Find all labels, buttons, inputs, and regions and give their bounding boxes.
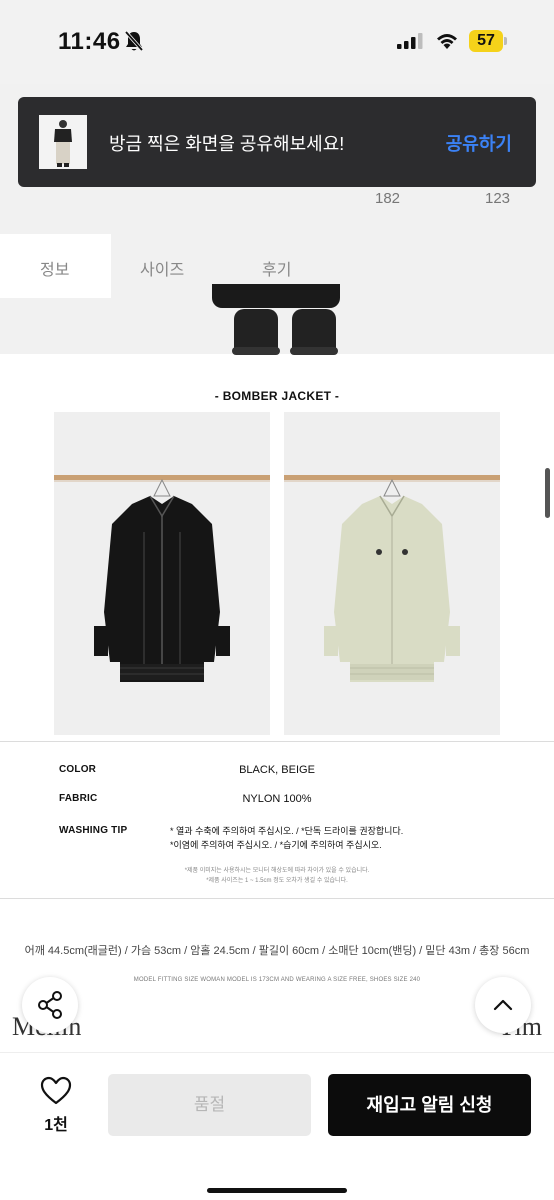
scrollbar[interactable] (545, 468, 550, 518)
tab-count-size: 182 (375, 190, 401, 207)
product-image-black (54, 412, 270, 735)
battery-percent: 57 (477, 32, 495, 49)
divider (0, 741, 554, 742)
size-measurements: 어깨 44.5cm(래글런) / 가슴 53cm / 암홀 24.5cm / 팔… (24, 945, 530, 957)
share-screenshot-banner[interactable]: 방금 찍은 화면을 공유해보세요! 공유하기 (18, 97, 536, 187)
chevron-up-icon (493, 999, 513, 1011)
detail-tabs: 정보 사이즈 후기 (0, 234, 554, 298)
share-banner-text: 방금 찍은 화면을 공유해보세요! (109, 134, 345, 154)
spec-washing-label: WASHING TIP (59, 825, 128, 836)
share-float-button[interactable] (22, 977, 78, 1033)
tab-size[interactable]: 사이즈 (140, 256, 184, 280)
tab-reviews[interactable]: 후기 (262, 256, 291, 280)
model-fitting-size: MODEL FITTING SIZE WOMAN MODEL IS 173CM … (133, 977, 421, 983)
share-icon (38, 991, 62, 1019)
heart-icon (40, 1076, 72, 1105)
status-time: 11:46 (58, 28, 121, 55)
signal-icon (397, 33, 423, 49)
tab-info[interactable]: 정보 (0, 234, 111, 298)
model-shoe-right (290, 309, 338, 355)
share-button[interactable]: 공유하기 (446, 130, 512, 156)
black-jacket-illustration (94, 478, 230, 682)
product-image-beige (284, 412, 500, 735)
model-shoe-left (232, 309, 280, 355)
purchase-bar: 1천 품절 재입고 알림 신청 (0, 1052, 554, 1200)
like-count: 1천 (44, 1117, 68, 1134)
restock-alert-button[interactable]: 재입고 알림 신청 (328, 1074, 531, 1136)
divider (0, 898, 554, 899)
spec-washing-text: * 열과 수축에 주의하여 주십시오. / *단독 드라이를 권장합니다. *이… (170, 826, 404, 850)
status-bar: 11:46 57 (0, 0, 554, 84)
like-button[interactable]: 1천 (28, 1073, 84, 1134)
section-title: - BOMBER JACKET - (214, 389, 340, 403)
soldout-button[interactable]: 품절 (108, 1074, 311, 1136)
size-notes: *제품 이미지는 사용하시는 모니터 해상도에 따라 차이가 있을 수 있습니다… (184, 868, 370, 884)
battery-icon: 57 (469, 30, 507, 52)
home-indicator[interactable] (207, 1188, 347, 1193)
scroll-top-button[interactable] (475, 977, 531, 1033)
beige-jacket-illustration (324, 478, 460, 682)
wifi-icon (437, 34, 457, 49)
tab-count-reviews: 123 (485, 190, 511, 207)
spec-color-value: BLACK, BEIGE (239, 764, 315, 776)
screenshot-thumbnail (39, 115, 87, 169)
spec-fabric-value: NYLON 100% (242, 793, 312, 805)
bell-off-icon (124, 30, 144, 52)
